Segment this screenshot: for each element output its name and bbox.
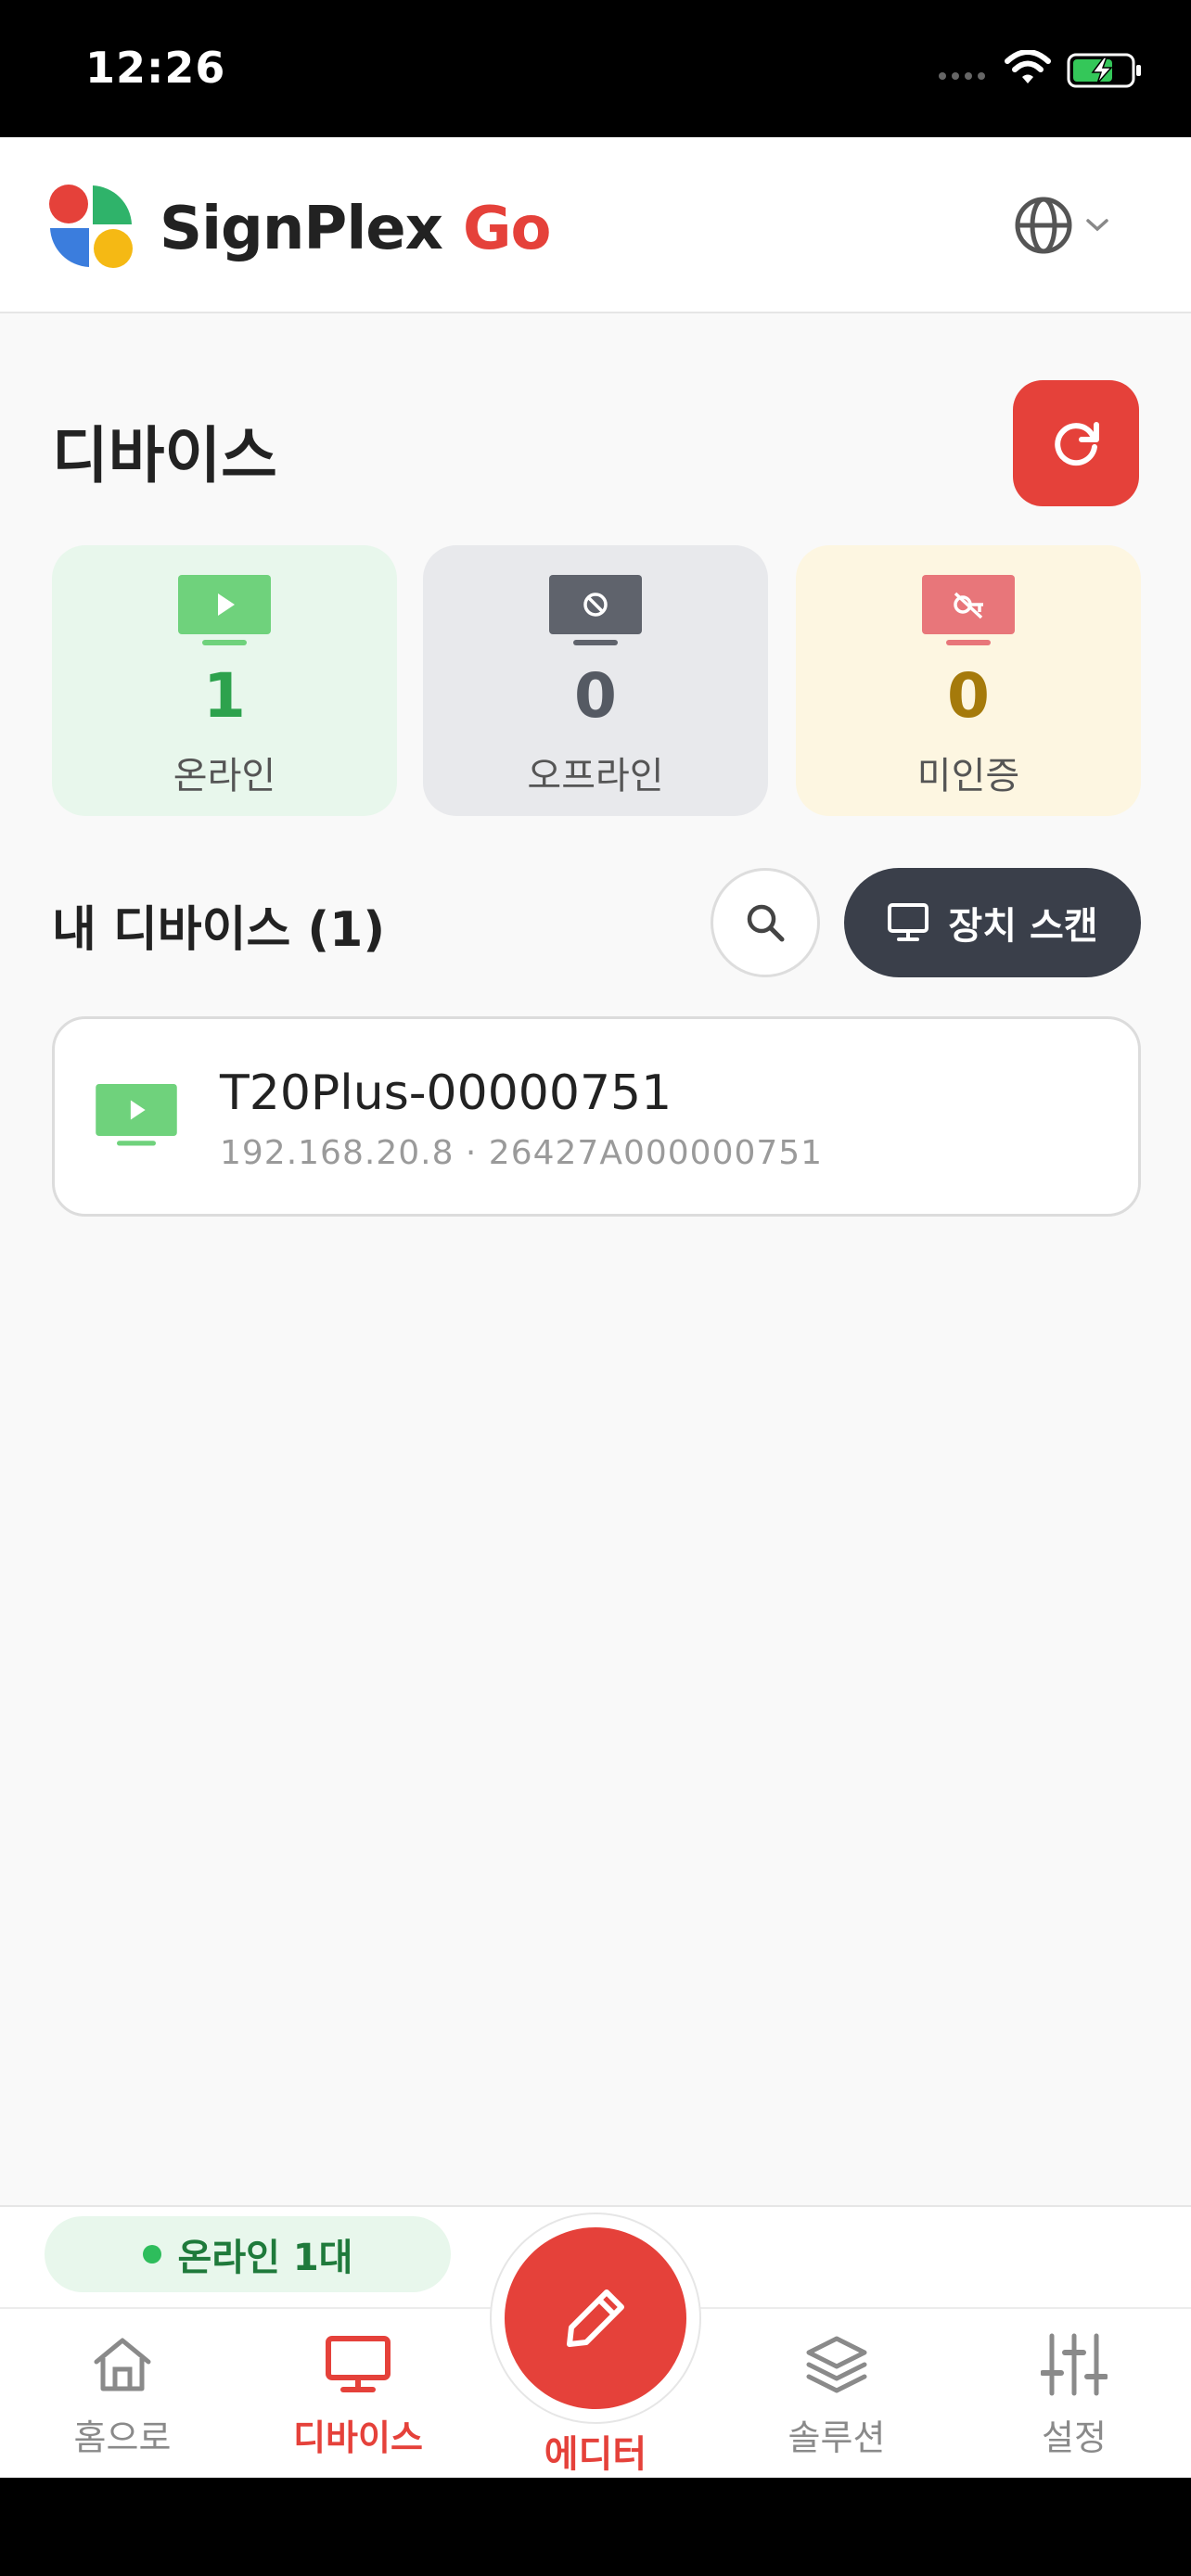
tab-settings[interactable]: 설정 xyxy=(991,2327,1158,2460)
signplex-logo-icon xyxy=(49,185,133,268)
stat-unauthorized-count: 0 xyxy=(947,660,990,732)
stat-card-offline[interactable]: 0 오프라인 xyxy=(423,545,768,816)
tab-editor-label: 에디터 xyxy=(544,2433,647,2476)
sliders-icon xyxy=(1041,2333,1108,2396)
monitor-blocked-icon xyxy=(549,575,642,645)
editor-fab-ring xyxy=(490,2213,701,2424)
monitor-play-icon xyxy=(96,1084,177,1146)
home-indicator-area xyxy=(0,2478,1191,2576)
refresh-button[interactable] xyxy=(1013,380,1139,506)
status-time: 12:26 xyxy=(85,43,226,93)
monitor-icon xyxy=(326,2336,391,2392)
globe-icon xyxy=(1015,197,1072,254)
stat-card-online[interactable]: 1 온라인 xyxy=(52,545,397,816)
tab-devices[interactable]: 디바이스 xyxy=(275,2327,442,2460)
app-screen: SignPlex Go 디바이스 1 온라인 0 오프라인 0 미인증 내 디바… xyxy=(0,137,1191,2478)
editor-button[interactable] xyxy=(505,2227,686,2409)
chevron-down-icon xyxy=(1086,219,1108,232)
tab-home[interactable]: 홈으로 xyxy=(39,2327,206,2460)
stat-unauthorized-label: 미인증 xyxy=(916,755,1020,797)
page-title: 디바이스 xyxy=(52,420,277,491)
pencil-icon xyxy=(567,2289,624,2347)
online-status-pill: 온라인 1대 xyxy=(45,2216,451,2292)
scan-devices-button[interactable]: 장치 스캔 xyxy=(844,868,1141,977)
layers-icon xyxy=(806,2336,867,2393)
brand-suffix: Go xyxy=(462,195,551,263)
online-status-label: 온라인 1대 xyxy=(177,2237,353,2279)
search-button[interactable] xyxy=(711,868,820,977)
language-selector[interactable] xyxy=(1013,195,1109,256)
scan-devices-label: 장치 스캔 xyxy=(948,905,1098,948)
tab-solutions-label: 솔루션 xyxy=(788,2417,886,2458)
battery-charging-icon xyxy=(1067,53,1141,88)
stat-offline-count: 0 xyxy=(574,660,617,732)
device-list-item[interactable]: T20Plus-00000751 192.168.20.8 · 26427A00… xyxy=(52,1016,1141,1217)
tab-home-label: 홈으로 xyxy=(73,2417,172,2458)
refresh-icon xyxy=(1055,422,1099,466)
app-header: SignPlex Go xyxy=(0,137,1191,313)
stat-online-count: 1 xyxy=(203,660,246,732)
search-icon xyxy=(747,904,785,942)
tab-solutions[interactable]: 솔루션 xyxy=(753,2327,920,2460)
device-meta: 192.168.20.8 · 26427A000000751 xyxy=(220,1134,824,1172)
wifi-icon xyxy=(1005,50,1051,83)
tab-settings-label: 설정 xyxy=(1042,2417,1107,2458)
monitor-icon xyxy=(888,903,929,941)
monitor-play-icon xyxy=(178,575,271,645)
online-dot-icon xyxy=(142,2245,161,2264)
stat-online-label: 온라인 xyxy=(173,755,276,797)
status-bar: 12:26 xyxy=(0,0,1191,137)
my-devices-title: 내 디바이스 (1) xyxy=(52,902,386,958)
home-icon xyxy=(94,2338,151,2391)
stat-card-unauthorized[interactable]: 0 미인증 xyxy=(796,545,1141,816)
brand-name: SignPlex Go xyxy=(160,195,551,263)
tab-devices-label: 디바이스 xyxy=(293,2417,423,2458)
device-name: T20Plus-00000751 xyxy=(220,1065,672,1121)
cellular-signal-icon xyxy=(939,72,985,80)
stat-offline-label: 오프라인 xyxy=(527,755,664,797)
monitor-unlinked-icon xyxy=(922,575,1015,645)
